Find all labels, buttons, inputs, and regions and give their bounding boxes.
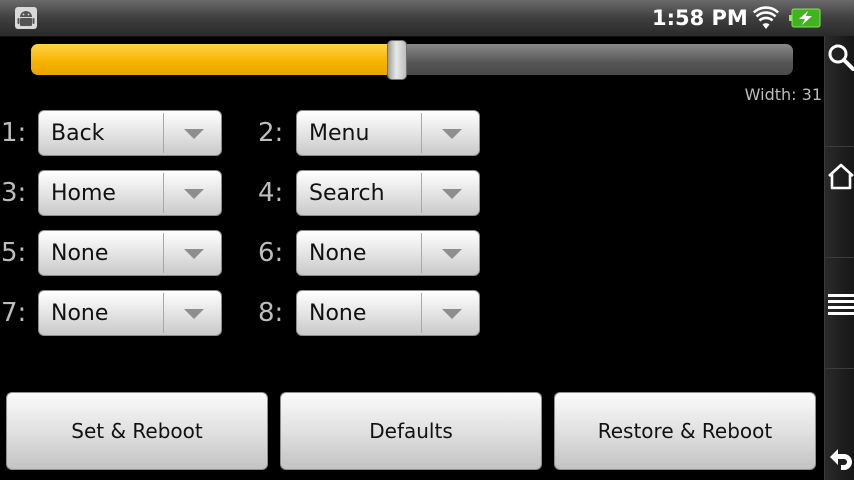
search-icon — [828, 44, 854, 71]
defaults-button[interactable]: Defaults — [280, 392, 542, 470]
dropdown-arrow-icon — [442, 129, 462, 139]
spinner-divider — [421, 293, 422, 333]
status-bar: 1:58 PM — [0, 0, 854, 37]
set-reboot-button[interactable]: Set & Reboot — [6, 392, 268, 470]
dropdown-arrow-icon — [442, 309, 462, 319]
slot-number: 7: — [1, 298, 27, 328]
slot-spinner-value: Search — [309, 181, 385, 206]
home-icon — [828, 163, 854, 190]
back-icon — [830, 449, 852, 470]
slot-number: 6: — [258, 238, 284, 268]
dropdown-arrow-icon — [442, 249, 462, 259]
dropdown-arrow-icon — [184, 129, 204, 139]
slot-spinner-value: None — [51, 301, 109, 326]
slot-spinner[interactable]: None — [38, 290, 222, 336]
width-slider-fill — [31, 44, 397, 75]
slot-number: 5: — [1, 238, 27, 268]
width-slider-thumb[interactable] — [386, 40, 407, 80]
slot-spinner-value: None — [51, 241, 109, 266]
navigation-bar — [824, 36, 854, 480]
spinner-divider — [421, 233, 422, 273]
slot-number: 1: — [1, 118, 27, 148]
slot-spinner-value: Back — [51, 121, 105, 146]
spinner-divider — [163, 173, 164, 213]
slot-number: 8: — [258, 298, 284, 328]
slot-spinner[interactable]: None — [296, 290, 480, 336]
slot-spinner-value: None — [309, 241, 367, 266]
battery-charging-icon — [789, 8, 821, 28]
slot-spinner[interactable]: None — [296, 230, 480, 276]
slot-spinner[interactable]: Search — [296, 170, 480, 216]
home-button[interactable] — [825, 147, 854, 257]
status-clock: 1:58 PM — [652, 6, 748, 30]
dropdown-arrow-icon — [184, 249, 204, 259]
dropdown-arrow-icon — [184, 309, 204, 319]
spinner-divider — [421, 173, 422, 213]
restore-reboot-button[interactable]: Restore & Reboot — [554, 392, 816, 470]
slot-spinner-value: None — [309, 301, 367, 326]
spinner-divider — [163, 113, 164, 153]
slot-number: 2: — [258, 118, 284, 148]
search-button[interactable] — [825, 36, 854, 146]
dropdown-arrow-icon — [184, 189, 204, 199]
slot-spinner[interactable]: Home — [38, 170, 222, 216]
width-value-label: Width: 31 — [744, 85, 822, 104]
slot-spinner[interactable]: Back — [38, 110, 222, 156]
menu-button[interactable] — [825, 258, 854, 368]
slot-spinner[interactable]: Menu — [296, 110, 480, 156]
android-icon — [15, 7, 37, 29]
slot-spinner-value: Menu — [309, 121, 370, 146]
spinner-divider — [163, 233, 164, 273]
slot-number: 3: — [1, 178, 27, 208]
spinner-divider — [421, 113, 422, 153]
width-slider-track[interactable] — [31, 44, 793, 75]
slot-spinner[interactable]: None — [38, 230, 222, 276]
slot-number: 4: — [258, 178, 284, 208]
dropdown-arrow-icon — [442, 189, 462, 199]
wifi-icon — [753, 6, 779, 29]
spinner-divider — [163, 293, 164, 333]
back-button[interactable] — [825, 369, 854, 479]
menu-icon — [828, 294, 854, 315]
slot-spinner-value: Home — [51, 181, 116, 206]
